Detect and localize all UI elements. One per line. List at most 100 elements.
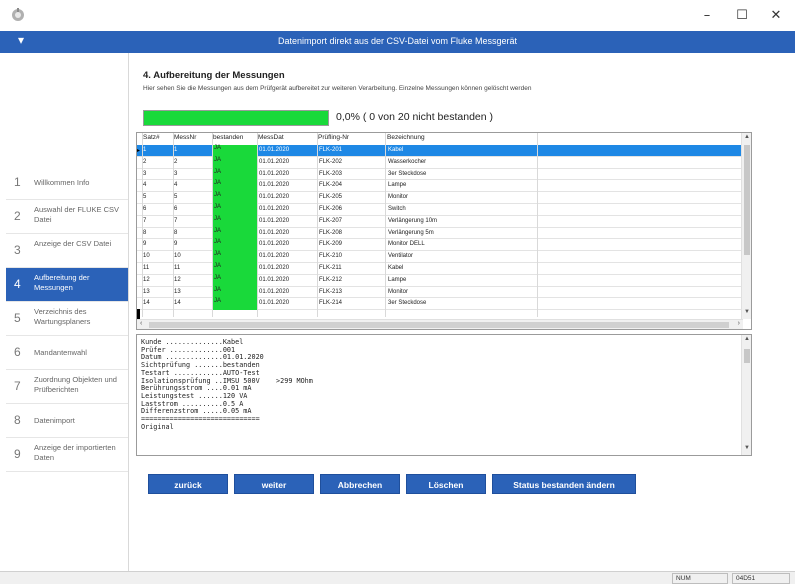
scroll-up-icon[interactable]: ▲ <box>742 134 751 140</box>
table-cell: FLK-212 <box>319 276 343 283</box>
delete-button[interactable]: Löschen <box>406 474 486 494</box>
sidebar-divider <box>128 53 129 573</box>
table-row[interactable]: JA 14 14 01.01.2020 FLK-214 3er Steckdose <box>137 298 743 311</box>
page-title: 4. Aufbereitung der Messungen <box>143 70 285 81</box>
table-cell: 01.01.2020 <box>259 241 290 248</box>
scroll-right-icon[interactable]: › <box>738 320 740 327</box>
table-cell: 7 <box>174 217 178 224</box>
next-button[interactable]: weiter <box>234 474 314 494</box>
scroll-down-icon[interactable]: ▼ <box>742 309 751 315</box>
sidebar-item-data-import[interactable]: 8 Datenimport <box>6 404 128 438</box>
status-cell[interactable]: JA <box>212 239 257 252</box>
table-cell: Kabel <box>388 147 404 153</box>
column-header-pruefling[interactable]: Prüfling-Nr <box>318 134 349 141</box>
table-row[interactable]: JA 13 13 01.01.2020 FLK-213 Monitor <box>137 286 743 299</box>
table-row[interactable]: JA 10 10 01.01.2020 FLK-210 Ventilator <box>137 251 743 263</box>
back-button[interactable]: zurück <box>148 474 228 494</box>
details-scrollbar[interactable]: ▲ ▼ <box>741 335 751 455</box>
wizard-header: ▾ Datenimport direkt aus der CSV-Datei v… <box>0 31 795 53</box>
table-row[interactable]: ▸ JA 1 1 01.01.2020 FLK-201 Kabel <box>137 145 743 157</box>
table-row[interactable]: JA 4 4 01.01.2020 FLK-204 Lampe <box>137 180 743 193</box>
table-row[interactable]: JA 3 3 01.01.2020 FLK-203 3er Steckdose <box>137 168 743 181</box>
maximize-button[interactable]: ☐ <box>727 5 757 27</box>
column-divider <box>212 133 213 317</box>
table-cell: 01.01.2020 <box>259 265 290 271</box>
table-row[interactable]: JA 7 7 01.01.2020 FLK-207 Verlängerung 10m <box>137 215 743 228</box>
table-header: Satz# MessNr bestanden MessDat Prüfling-… <box>137 133 743 144</box>
sidebar-item-welcome[interactable]: 1 Willkommen Info <box>6 166 128 200</box>
table-horizontal-scrollbar[interactable]: ‹ › <box>137 319 743 329</box>
minimize-button[interactable]: – <box>692 5 722 27</box>
table-cell: 01.01.2020 <box>259 253 290 260</box>
column-header-satz[interactable]: Satz# <box>143 134 160 141</box>
scroll-thumb[interactable] <box>744 145 750 255</box>
status-cell[interactable]: JA <box>212 204 257 216</box>
status-cell[interactable]: JA <box>212 168 257 181</box>
table-cell: 01.01.2020 <box>259 147 290 153</box>
sidebar-item-prepare-measurements[interactable]: 4 Aufbereitung der Messungen <box>6 268 128 302</box>
status-cell[interactable]: JA <box>212 298 257 311</box>
table-cell: Switch <box>388 206 406 212</box>
table-row[interactable]: JA 12 12 01.01.2020 FLK-212 Lampe <box>137 274 743 287</box>
table-cell: 10 <box>143 253 150 260</box>
table-cell: FLK-210 <box>319 253 343 260</box>
scroll-down-icon[interactable]: ▼ <box>742 445 751 451</box>
measurement-details[interactable]: Kunde ..............Kabel Prüfer .......… <box>136 334 752 456</box>
status-cell[interactable]: JA <box>212 227 257 240</box>
table-cell: Verlängerung 10m <box>388 217 438 224</box>
column-header-messdat[interactable]: MessDat <box>258 134 284 141</box>
status-cell[interactable]: JA <box>212 286 257 299</box>
table-row[interactable]: JA 6 6 01.01.2020 FLK-206 Switch <box>137 204 743 216</box>
status-code: 04D51 <box>732 573 790 584</box>
status-cell[interactable]: JA <box>212 192 257 204</box>
table-cell: 01.01.2020 <box>259 194 290 201</box>
progress-text: 0,0% ( 0 von 20 nicht bestanden ) <box>336 111 494 123</box>
table-cell: FLK-204 <box>319 182 343 189</box>
status-cell[interactable]: JA <box>212 215 257 228</box>
status-bar: NUM 04D51 <box>0 571 795 584</box>
status-cell[interactable]: JA <box>212 180 257 193</box>
table-cell: 6 <box>174 206 178 212</box>
step-number: 8 <box>14 413 21 427</box>
scroll-thumb[interactable] <box>149 322 729 328</box>
table-row[interactable]: JA 5 5 01.01.2020 FLK-205 Monitor <box>137 192 743 204</box>
scroll-left-icon[interactable]: ‹ <box>140 320 142 327</box>
scroll-up-icon[interactable]: ▲ <box>742 336 751 342</box>
column-header-bezeichnung[interactable]: Bezeichnung <box>387 134 425 141</box>
table-row[interactable]: JA 8 8 01.01.2020 FLK-208 Verlängerung 5m <box>137 227 743 240</box>
status-cell[interactable]: JA <box>212 145 257 157</box>
app-window: – ☐ ✕ ▾ Datenimport direkt aus der CSV-D… <box>0 0 795 584</box>
sidebar-item-imported-data[interactable]: 9 Anzeige der importierten Daten <box>6 438 128 472</box>
step-number: 1 <box>14 175 21 189</box>
table-cell: 5 <box>174 194 178 201</box>
scroll-thumb[interactable] <box>744 349 750 363</box>
table-vertical-scrollbar[interactable]: ▲ ▼ <box>741 133 751 319</box>
step-label: Auswahl der FLUKE CSV Datei <box>34 205 120 224</box>
column-header-messnr[interactable]: MessNr <box>174 134 196 141</box>
table-row[interactable]: JA 11 11 01.01.2020 FLK-211 Kabel <box>137 263 743 275</box>
status-cell[interactable]: JA <box>212 274 257 287</box>
table-cell: 11 <box>143 265 150 271</box>
table-cell: FLK-205 <box>319 194 343 201</box>
sidebar-item-object-mapping[interactable]: 7 Zuordnung Objekten und Prüfberichten <box>6 370 128 404</box>
step-label: Verzeichnis des Wartungsplaners <box>34 307 91 326</box>
table-cell: Monitor <box>388 194 409 201</box>
cancel-button[interactable]: Abbrechen <box>320 474 400 494</box>
status-cell[interactable]: JA <box>212 251 257 263</box>
table-row[interactable]: JA 9 9 01.01.2020 FLK-209 Monitor DELL <box>137 239 743 252</box>
table-row[interactable]: JA 2 2 01.01.2020 FLK-202 Wasserkocher <box>137 156 743 169</box>
step-number: 3 <box>14 243 21 257</box>
status-cell[interactable]: JA <box>212 263 257 275</box>
close-button[interactable]: ✕ <box>761 5 791 27</box>
toggle-status-button[interactable]: Status bestanden ändern <box>492 474 636 494</box>
table-cell: 11 <box>174 265 181 271</box>
table-cell: 13 <box>174 288 181 295</box>
column-header-bestanden[interactable]: bestanden <box>213 134 243 141</box>
table-cell: 10 <box>174 253 181 260</box>
sidebar-item-maintenance-directory[interactable]: 5 Verzeichnis des Wartungsplaners <box>6 302 128 336</box>
sidebar-item-show-csv[interactable]: 3 Anzeige der CSV Datei <box>6 234 128 268</box>
status-cell[interactable]: JA <box>212 156 257 169</box>
table-cell: 7 <box>143 217 147 224</box>
sidebar-item-client-selection[interactable]: 6 Mandantenwahl <box>6 336 128 370</box>
sidebar-item-select-csv[interactable]: 2 Auswahl der FLUKE CSV Datei <box>6 200 128 234</box>
